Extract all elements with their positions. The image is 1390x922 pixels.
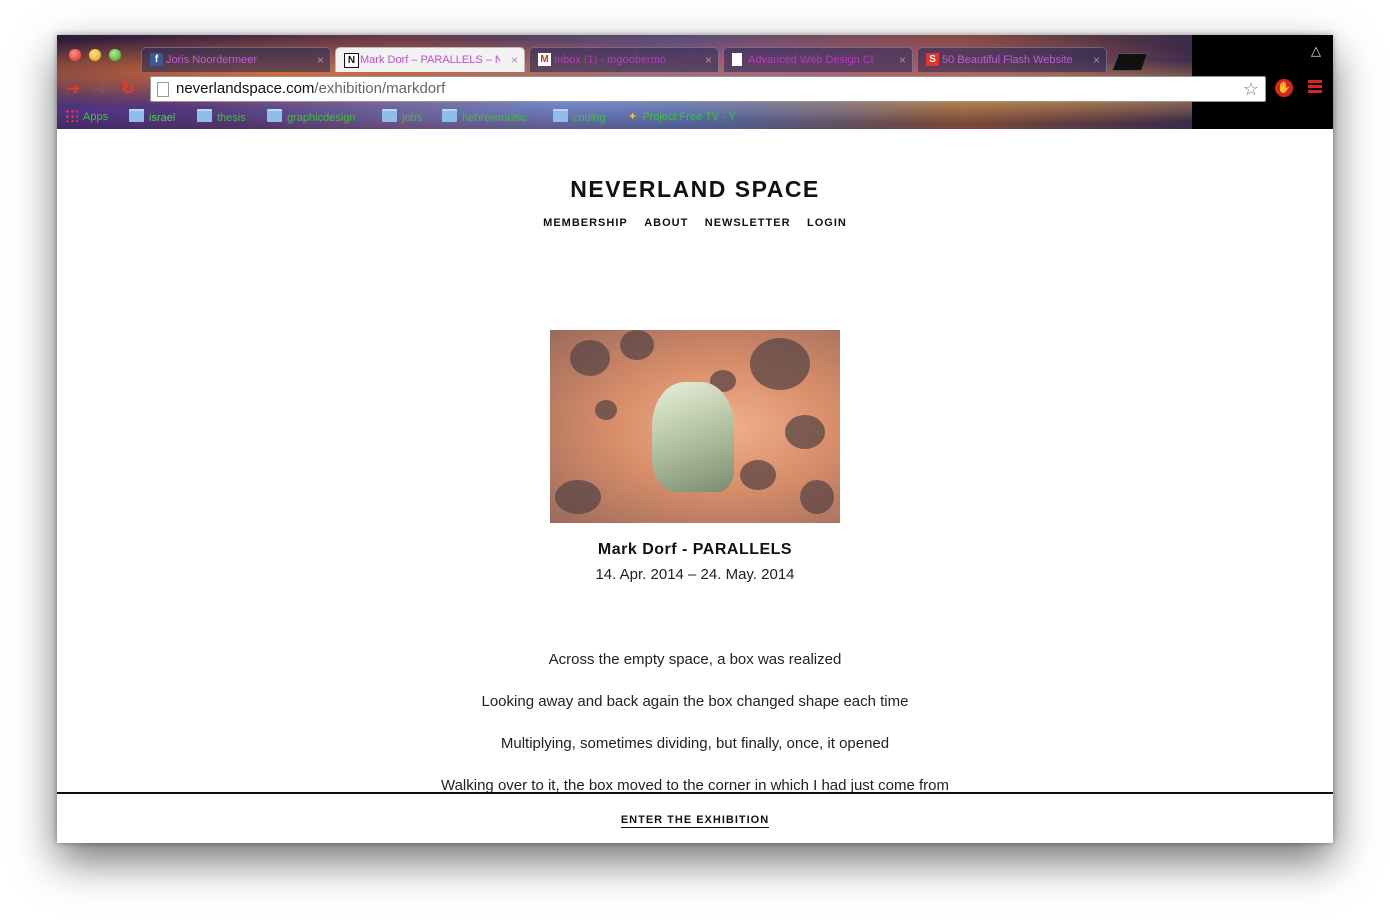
bookmark-folder-thesis[interactable]: thesis [197, 109, 246, 126]
folder-icon [553, 109, 568, 122]
profile-icon[interactable]: △ [1311, 43, 1321, 59]
gmail-icon: M [538, 53, 551, 66]
folder-icon [129, 109, 144, 122]
tab-label: Joris Noordermeer [166, 54, 258, 66]
nav-login[interactable]: LOGIN [807, 217, 847, 229]
exhibition-image [550, 330, 840, 523]
exhibition-dates: 14. Apr. 2014 – 24. May. 2014 [595, 566, 795, 583]
close-icon[interactable]: × [705, 48, 712, 72]
nav-membership[interactable]: MEMBERSHIP [543, 217, 628, 229]
close-icon[interactable]: × [1093, 48, 1100, 72]
tab-gmail[interactable]: M Inbox (1) - mgoobermo × [529, 47, 719, 72]
page-icon [157, 82, 169, 97]
tab-flash-websites[interactable]: S 50 Beautiful Flash Website × [917, 47, 1107, 72]
address-bar[interactable]: neverlandspace.com/exhibition/markdorf ☆ [150, 76, 1266, 102]
url-text: neverlandspace.com/exhibition/markdorf [176, 80, 446, 97]
bookmark-folder-jobs[interactable]: jobs [382, 109, 422, 126]
reload-icon[interactable]: ↻ [121, 79, 135, 99]
back-arrow-icon[interactable]: ➔ [66, 79, 80, 99]
folder-icon [197, 109, 212, 122]
tab-label: 50 Beautiful Flash Website [942, 54, 1073, 66]
description-line: Across the empty space, a box was realiz… [548, 651, 842, 668]
nav-newsletter[interactable]: NEWSLETTER [705, 217, 791, 229]
tab-facebook[interactable]: f Joris Noordermeer × [141, 47, 331, 72]
forward-arrow-icon[interactable]: ➔ [93, 79, 107, 99]
minimize-window-button[interactable] [89, 49, 101, 61]
facebook-icon: f [150, 53, 163, 66]
nav-about[interactable]: ABOUT [644, 217, 688, 229]
bookmark-star-icon[interactable]: ☆ [1243, 77, 1259, 101]
exhibition-title: Mark Dorf - PARALLELS [597, 541, 793, 558]
close-icon[interactable]: × [899, 48, 906, 72]
close-icon[interactable]: × [317, 48, 324, 72]
folder-icon [442, 109, 457, 122]
bookmark-apps[interactable]: Apps [65, 109, 108, 125]
browser-window: f Joris Noordermeer × N Mark Dorf – PARA… [57, 35, 1333, 843]
close-window-button[interactable] [69, 49, 81, 61]
site-nav: MEMBERSHIP ABOUT NEWSLETTER LOGIN [57, 213, 1333, 231]
enter-exhibition-link-wrap: ENTER THE EXHIBITION [57, 810, 1333, 828]
tab-neverland[interactable]: N Mark Dorf – PARALLELS – N × [335, 47, 525, 72]
document-icon [732, 53, 742, 66]
tab-label: Advanced Web Design Cl [748, 54, 874, 66]
bookmark-folder-graphicdesign[interactable]: graphicdesign [267, 109, 356, 126]
tab-label: Mark Dorf – PARALLELS – N [360, 54, 500, 66]
apps-grid-icon [65, 109, 78, 122]
menu-icon[interactable] [1308, 80, 1322, 95]
description-line: Multiplying, sometimes dividing, but fin… [500, 735, 890, 752]
adblock-extension-icon[interactable]: ✋ [1275, 79, 1293, 97]
bookmark-project-free-tv[interactable]: ✦ Project Free TV - Y [628, 109, 736, 125]
enter-exhibition-link[interactable]: ENTER THE EXHIBITION [620, 814, 770, 828]
zoom-window-button[interactable] [109, 49, 121, 61]
star-icon: ✦ [628, 111, 638, 123]
folder-icon [382, 109, 397, 122]
neverland-icon: N [344, 53, 359, 68]
tab-label: Inbox (1) - mgoobermo [554, 54, 666, 66]
close-icon[interactable]: × [511, 48, 518, 72]
browser-chrome: f Joris Noordermeer × N Mark Dorf – PARA… [57, 35, 1333, 129]
smashing-icon: S [926, 53, 939, 66]
bookmark-folder-hebrewmusic[interactable]: hebrewmusic [442, 109, 527, 126]
footer-bar: ENTER THE EXHIBITION [57, 792, 1333, 843]
bookmark-folder-israel[interactable]: israel [129, 109, 175, 126]
bookmark-folder-coding[interactable]: coding [553, 109, 605, 126]
site-title[interactable]: NEVERLAND SPACE [57, 176, 1333, 203]
web-page: NEVERLAND SPACE MEMBERSHIP ABOUT NEWSLET… [57, 129, 1333, 843]
folder-icon [267, 109, 282, 122]
tab-advanced-web-design[interactable]: Advanced Web Design Cl × [723, 47, 913, 72]
description-line: Looking away and back again the box chan… [481, 693, 909, 710]
